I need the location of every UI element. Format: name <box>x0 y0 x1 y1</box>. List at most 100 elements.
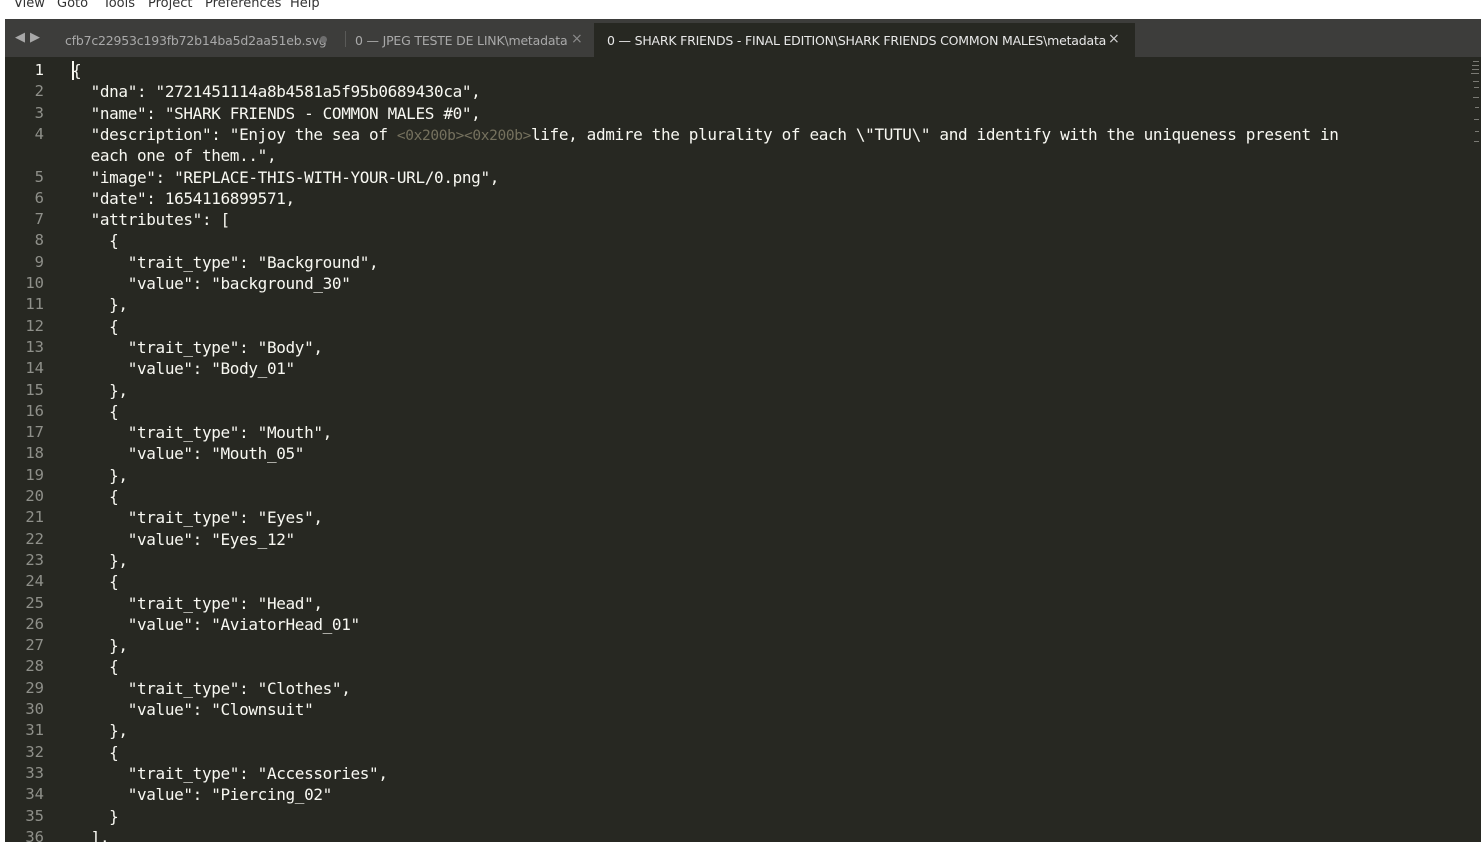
line-number: 15 <box>25 380 44 399</box>
line-number: 35 <box>25 806 44 825</box>
code-line[interactable]: { <box>72 316 119 337</box>
tab-svg-file[interactable]: cfb7c22953c193fb72b14ba5d2aa51eb.svg <box>65 23 337 57</box>
code-line[interactable]: "value": "background_30" <box>72 273 351 294</box>
code-line[interactable]: "value": "AviatorHead_01" <box>72 614 360 635</box>
tab-label: 0 — SHARK FRIENDS - FINAL EDITION\SHARK … <box>607 33 1107 48</box>
line-number: 21 <box>25 508 44 527</box>
line-number: 17 <box>25 423 44 442</box>
close-tab-icon[interactable]: × <box>571 31 583 47</box>
line-number: 14 <box>25 359 44 378</box>
code-line[interactable]: { <box>72 60 82 81</box>
code-line[interactable]: }, <box>72 380 128 401</box>
code-line[interactable]: "trait_type": "Mouth", <box>72 422 333 443</box>
line-number: 34 <box>25 785 44 804</box>
menu-preferences[interactable]: Preferences <box>205 0 281 11</box>
tab-separator <box>345 31 346 47</box>
code-line[interactable]: "trait_type": "Head", <box>72 593 323 614</box>
forward-arrow-icon[interactable]: ▶ <box>30 29 40 45</box>
menu-bar: View Goto Tools Project Preferences Help <box>0 0 1481 19</box>
line-number: 6 <box>34 188 44 207</box>
line-number: 31 <box>25 721 44 740</box>
code-line[interactable]: "trait_type": "Accessories", <box>72 763 388 784</box>
menu-goto[interactable]: Goto <box>57 0 88 11</box>
line-number: 4 <box>34 124 44 143</box>
code-line[interactable]: }, <box>72 465 128 486</box>
line-number: 22 <box>25 529 44 548</box>
tab-label: cfb7c22953c193fb72b14ba5d2aa51eb.svg <box>65 33 327 48</box>
line-number: 25 <box>25 593 44 612</box>
code-line[interactable]: "trait_type": "Background", <box>72 252 379 273</box>
code-line[interactable]: }, <box>72 720 128 741</box>
line-number: 12 <box>25 316 44 335</box>
code-line[interactable]: "value": "Piercing_02" <box>72 784 333 805</box>
code-line[interactable]: { <box>72 230 119 251</box>
code-segment: "description": "Enjoy the sea of <box>72 124 397 144</box>
code-line[interactable]: "value": "Clownsuit" <box>72 699 314 720</box>
line-number: 20 <box>25 487 44 505</box>
code-line[interactable]: "dna": "2721451114a8b4581a5f95b0689430ca… <box>72 81 481 102</box>
code-line[interactable]: } <box>72 806 119 827</box>
line-number: 9 <box>34 252 44 271</box>
code-line[interactable]: { <box>72 571 119 592</box>
line-number: 5 <box>34 167 44 186</box>
code-line[interactable]: "image": "REPLACE-THIS-WITH-YOUR-URL/0.p… <box>72 167 500 188</box>
menu-tools[interactable]: Tools <box>103 0 135 11</box>
line-number: 27 <box>25 636 44 655</box>
line-number: 32 <box>25 742 44 761</box>
line-number: 1 <box>34 61 44 79</box>
line-number: 33 <box>25 763 44 782</box>
line-number: 29 <box>25 678 44 697</box>
code-line[interactable]: { <box>72 401 119 422</box>
code-line[interactable]: "date": 1654116899571, <box>72 188 296 209</box>
menu-project[interactable]: Project <box>148 0 192 11</box>
tab-label: 0 — JPEG TESTE DE LINK\metadata <box>355 33 568 48</box>
line-number: 30 <box>25 700 44 718</box>
line-number: 11 <box>25 295 44 314</box>
code-segment: life, admire the plurality of each \"TUT… <box>530 124 1339 144</box>
code-line-wrapped[interactable]: each one of them..", <box>72 145 277 166</box>
tab-shark-friends-metadata[interactable]: 0 — SHARK FRIENDS - FINAL EDITION\SHARK … <box>594 23 1135 57</box>
code-line[interactable]: }, <box>72 550 128 571</box>
code-area[interactable]: { "dna": "2721451114a8b4581a5f95b0689430… <box>61 57 1467 842</box>
line-number: 18 <box>25 444 44 463</box>
line-number: 8 <box>34 231 44 250</box>
zero-width-space-marker: <0x200b><0x200b> <box>396 127 531 144</box>
code-line[interactable]: "name": "SHARK FRIENDS - COMMON MALES #0… <box>72 103 481 124</box>
line-number: 19 <box>25 465 44 484</box>
code-line[interactable]: }, <box>72 635 128 656</box>
minimap[interactable] <box>1471 57 1481 147</box>
code-line[interactable]: "value": "Eyes_12" <box>72 529 295 550</box>
code-line[interactable]: { <box>72 742 119 763</box>
menu-view[interactable]: View <box>14 0 45 11</box>
line-number: 2 <box>34 82 44 101</box>
code-line[interactable]: "attributes": [ <box>72 209 231 230</box>
line-number: 26 <box>25 614 44 633</box>
code-line[interactable]: "value": "Mouth_05" <box>72 443 305 464</box>
code-editor[interactable]: 1 2 3 4 5 6 7 8 9 10 11 12 13 14 15 16 1… <box>5 57 1481 842</box>
unsaved-dot-icon[interactable] <box>320 36 327 43</box>
code-line[interactable]: { <box>72 486 119 507</box>
code-line[interactable]: "description": "Enjoy the sea of <0x200b… <box>72 124 1339 147</box>
code-line[interactable]: "value": "Body_01" <box>72 358 295 379</box>
tab-bar: ◀ ▶ cfb7c22953c193fb72b14ba5d2aa51eb.svg… <box>5 19 1481 57</box>
line-number: 24 <box>25 572 44 591</box>
code-line[interactable]: ], <box>72 827 110 842</box>
line-number-gutter: 1 2 3 4 5 6 7 8 9 10 11 12 13 14 15 16 1… <box>5 57 61 842</box>
line-number: 7 <box>34 210 44 229</box>
code-line[interactable]: "trait_type": "Clothes", <box>72 678 351 699</box>
editor-window: ◀ ▶ cfb7c22953c193fb72b14ba5d2aa51eb.svg… <box>5 19 1481 842</box>
back-arrow-icon[interactable]: ◀ <box>15 29 25 45</box>
line-number: 28 <box>25 657 44 676</box>
line-number: 3 <box>34 103 44 122</box>
code-line[interactable]: }, <box>72 294 128 315</box>
tab-jpeg-metadata[interactable]: 0 — JPEG TESTE DE LINK\metadata × <box>355 23 593 57</box>
line-number: 13 <box>25 337 44 356</box>
line-number: 36 <box>25 827 44 842</box>
menu-help[interactable]: Help <box>290 0 320 11</box>
line-number: 23 <box>25 550 44 569</box>
code-line[interactable]: "trait_type": "Eyes", <box>72 507 323 528</box>
code-line[interactable]: { <box>72 656 119 677</box>
line-number: 10 <box>25 274 44 292</box>
code-line[interactable]: "trait_type": "Body", <box>72 337 323 358</box>
close-tab-icon[interactable]: × <box>1108 31 1120 47</box>
